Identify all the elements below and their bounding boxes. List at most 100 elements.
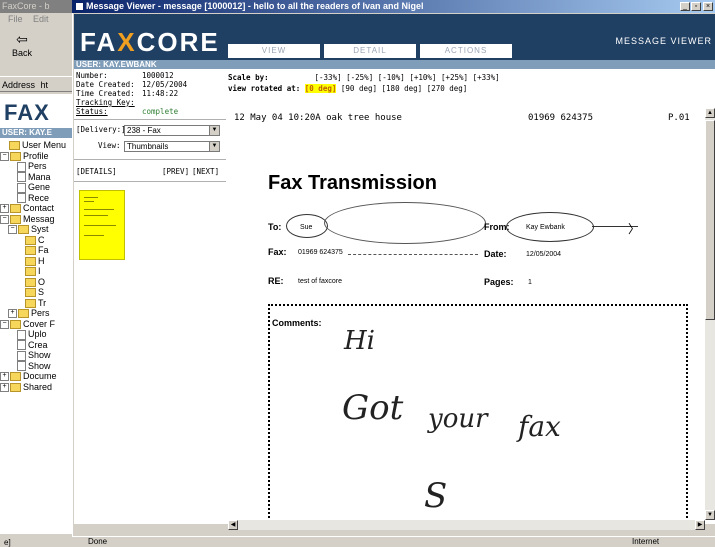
tree-item[interactable]: Uplo bbox=[0, 329, 72, 340]
meta-number: Number: 1000012 bbox=[76, 71, 174, 80]
collapse-icon[interactable]: − bbox=[8, 225, 17, 235]
tree-item[interactable]: C bbox=[0, 235, 72, 246]
rotate-270[interactable]: [270 deg] bbox=[427, 84, 468, 93]
fax-header-page: P.01 bbox=[668, 113, 690, 123]
tree-item[interactable]: User Menu bbox=[0, 140, 72, 151]
document-icon bbox=[17, 361, 26, 372]
view-select[interactable]: Thumbnails ▼ bbox=[124, 141, 220, 152]
tree-item-label: S bbox=[38, 287, 45, 297]
fax-page-thumbnail[interactable] bbox=[79, 190, 125, 260]
fax-document-view: 12 May 04 10:20A oak tree house 01969 62… bbox=[228, 108, 705, 520]
scroll-left-icon[interactable]: ◀ bbox=[228, 520, 238, 530]
collapse-icon[interactable]: − bbox=[0, 151, 9, 161]
tree-item-label: Show bbox=[28, 360, 51, 371]
tree-item[interactable]: Rece bbox=[0, 193, 72, 204]
tree-item[interactable]: − Messag bbox=[0, 214, 72, 225]
section-title: MESSAGE VIEWER bbox=[615, 36, 712, 46]
tree-item[interactable]: + Docume bbox=[0, 371, 72, 382]
tree-item[interactable]: Show bbox=[0, 361, 72, 372]
vertical-scrollbar[interactable]: ▲ ▼ bbox=[705, 108, 715, 520]
tab-actions[interactable]: ACTIONS bbox=[420, 44, 512, 58]
handwriting-your: your bbox=[428, 404, 488, 434]
window-title: Message Viewer - message [1000012] - hel… bbox=[72, 0, 715, 13]
scroll-up-icon[interactable]: ▲ bbox=[705, 108, 715, 118]
folder-icon bbox=[25, 256, 36, 266]
prev-link[interactable]: [PREV] bbox=[162, 167, 189, 176]
scale-plus-10[interactable]: [+10%] bbox=[409, 73, 436, 82]
tree-item[interactable]: − Cover F bbox=[0, 319, 72, 330]
restore-button[interactable]: ▫ bbox=[691, 2, 701, 11]
rotation-label: view rotated at: bbox=[228, 84, 301, 93]
next-link[interactable]: [NEXT] bbox=[192, 167, 219, 176]
document-icon bbox=[17, 350, 26, 361]
tree-item-label: O bbox=[38, 276, 46, 287]
folder-icon bbox=[25, 277, 36, 287]
date-value: 12/05/2004 bbox=[526, 251, 562, 258]
tree-item[interactable]: Pers bbox=[0, 161, 72, 172]
collapse-icon[interactable]: − bbox=[0, 214, 9, 224]
menu-file[interactable]: File bbox=[8, 14, 23, 24]
arrow-head-icon: 〉 bbox=[628, 222, 641, 236]
folder-icon bbox=[10, 319, 21, 329]
expand-icon[interactable]: + bbox=[8, 309, 17, 319]
tree-item[interactable]: − Profile bbox=[0, 151, 72, 162]
folder-tree: User Menu − Profile Pers Mana Gene Rece + Contac… bbox=[0, 140, 72, 392]
expand-icon[interactable]: + bbox=[0, 372, 9, 382]
tree-item[interactable]: Show bbox=[0, 350, 72, 361]
scroll-down-icon[interactable]: ▼ bbox=[705, 510, 715, 520]
details-link[interactable]: [DETAILS] bbox=[76, 167, 117, 176]
rotate-180[interactable]: [180 deg] bbox=[382, 84, 423, 93]
tree-item[interactable]: Fa bbox=[0, 245, 72, 256]
tree-item-label: Gene bbox=[28, 182, 51, 192]
tree-item[interactable]: + Contact bbox=[0, 203, 72, 214]
delivery-label: [Delivery:] bbox=[76, 125, 126, 134]
collapse-icon[interactable]: − bbox=[0, 319, 9, 329]
back-button[interactable]: ⇦ Back bbox=[2, 30, 42, 70]
scale-plus-33[interactable]: [+33%] bbox=[473, 73, 500, 82]
scale-minus-33[interactable]: [-33%] bbox=[315, 73, 342, 82]
scroll-right-icon[interactable]: ▶ bbox=[695, 520, 705, 530]
re-value: test of faxcore bbox=[298, 278, 342, 285]
tab-view[interactable]: VIEW bbox=[228, 44, 320, 58]
scrollbar-thumb[interactable] bbox=[705, 120, 715, 320]
minimize-button[interactable]: _ bbox=[680, 2, 690, 11]
scale-minus-10[interactable]: [-10%] bbox=[378, 73, 405, 82]
tree-item[interactable]: S bbox=[0, 287, 72, 298]
tree-item[interactable]: H bbox=[0, 256, 72, 267]
dash-line bbox=[348, 254, 478, 256]
menu-edit[interactable]: Edit bbox=[33, 14, 49, 24]
document-icon bbox=[17, 161, 26, 172]
tree-item[interactable]: Crea bbox=[0, 340, 72, 351]
expand-icon[interactable]: + bbox=[0, 382, 9, 392]
fax-number-value: 01969 624375 bbox=[298, 249, 343, 256]
tree-item[interactable]: − Syst bbox=[0, 224, 72, 235]
background-logo: FAX bbox=[4, 100, 50, 125]
address-bar[interactable]: Address ht bbox=[0, 76, 72, 92]
user-bar: USER: KAY.EWBANK bbox=[74, 60, 715, 69]
tree-item-label: User Menu bbox=[22, 140, 67, 150]
tree-item[interactable]: I bbox=[0, 266, 72, 277]
fax-title: Fax Transmission bbox=[268, 172, 437, 194]
pages-label: Pages: bbox=[484, 277, 514, 287]
tree-item-label: Messag bbox=[23, 213, 55, 224]
rotate-0[interactable]: [0 deg] bbox=[304, 84, 337, 93]
date-label: Date: bbox=[484, 249, 507, 259]
tree-item[interactable]: + Shared bbox=[0, 382, 72, 393]
scale-plus-25[interactable]: [+25%] bbox=[441, 73, 468, 82]
handwriting-fax: fax bbox=[518, 410, 561, 443]
folder-icon bbox=[18, 309, 29, 319]
tab-detail[interactable]: DETAIL bbox=[324, 44, 416, 58]
scale-minus-25[interactable]: [-25%] bbox=[346, 73, 373, 82]
rotate-90[interactable]: [90 deg] bbox=[341, 84, 377, 93]
tree-item[interactable]: Tr bbox=[0, 298, 72, 309]
tree-item[interactable]: + Pers bbox=[0, 308, 72, 319]
message-sidebar: Number: 1000012 Date Created: 12/05/2004 T… bbox=[74, 69, 226, 524]
tree-item[interactable]: Gene bbox=[0, 182, 72, 193]
tree-item[interactable]: O bbox=[0, 277, 72, 288]
delivery-select[interactable]: 238 - Fax ▼ bbox=[124, 125, 220, 136]
close-button[interactable]: × bbox=[703, 2, 713, 11]
tree-item[interactable]: Mana bbox=[0, 172, 72, 183]
pages-value: 1 bbox=[528, 279, 532, 286]
expand-icon[interactable]: + bbox=[0, 204, 9, 214]
horizontal-scrollbar[interactable]: ◀ ▶ bbox=[228, 520, 705, 530]
